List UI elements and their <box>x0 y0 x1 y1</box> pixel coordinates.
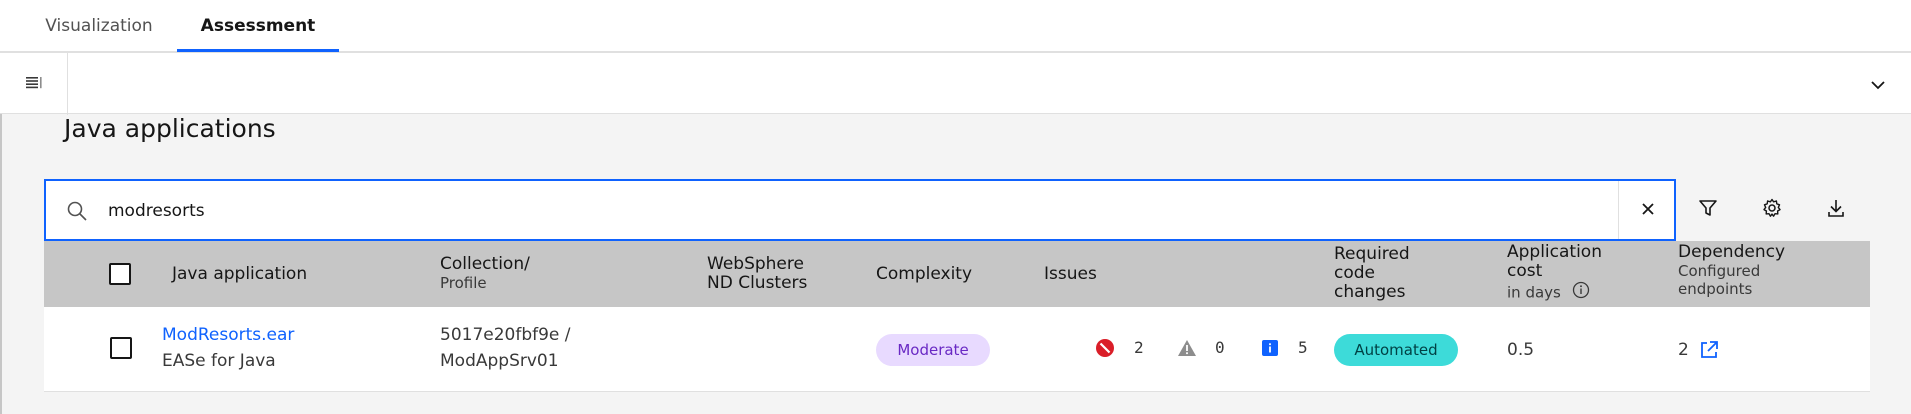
col-application-cost[interactable]: Application cost in days <box>1507 243 1602 304</box>
expand-button[interactable] <box>1865 71 1891 97</box>
application-cost: 0.5 <box>1507 340 1535 360</box>
collection-id: 5017e20fbf9e / <box>440 325 571 345</box>
critical-issue-icon <box>1095 338 1115 358</box>
col-complexity[interactable]: Complexity <box>876 265 972 284</box>
list-toggle-button[interactable] <box>0 53 68 115</box>
clear-search-button[interactable] <box>1618 181 1676 239</box>
required-code-changes-tag: Automated <box>1334 334 1458 366</box>
col-cost-sub: in days <box>1507 283 1561 302</box>
tab-assessment[interactable]: Assessment <box>177 0 339 52</box>
col-cost-line1: Application <box>1507 242 1602 262</box>
settings-button[interactable] <box>1740 179 1804 241</box>
page-title: Java applications <box>64 114 276 143</box>
col-collection-label: Collection/ <box>440 254 530 274</box>
table-header: Java application Collection/ Profile Web… <box>44 241 1870 307</box>
table-row: ModResorts.ear EASe for Java 5017e20fbf9… <box>44 307 1870 392</box>
java-applications-table: Java application Collection/ Profile Web… <box>44 241 1870 392</box>
info-issue-count: 5 <box>1298 338 1308 357</box>
col-cost-line2: cost <box>1507 261 1543 281</box>
search-icon <box>66 200 88 222</box>
filter-icon <box>1698 198 1718 222</box>
info-issue-icon <box>1260 338 1280 358</box>
download-icon <box>1826 198 1846 222</box>
close-icon <box>1641 201 1655 220</box>
tabs-bar: Visualization Assessment <box>0 0 1911 52</box>
col-dependency-label: Dependency <box>1678 242 1786 262</box>
profile-name: ModAppSrv01 <box>440 351 559 371</box>
col-required-line2: code <box>1334 263 1375 283</box>
row-checkbox[interactable] <box>110 337 132 359</box>
chevron-down-icon <box>1870 75 1886 94</box>
app-subtitle: EASe for Java <box>162 351 276 371</box>
col-collection-sub: Profile <box>440 274 487 292</box>
col-java-application[interactable]: Java application <box>172 265 307 284</box>
col-websphere-nd-clusters[interactable]: WebSphere ND Clusters <box>707 255 807 293</box>
col-required-line1: Required <box>1334 244 1410 264</box>
search-box <box>44 179 1676 241</box>
gear-icon <box>1762 198 1782 222</box>
tab-visualization[interactable]: Visualization <box>28 0 170 52</box>
col-websphere-line2: ND Clusters <box>707 273 808 293</box>
external-link-icon[interactable] <box>1698 339 1720 361</box>
view-toolbar <box>0 52 1911 115</box>
warning-issue-icon <box>1177 338 1197 358</box>
col-dependency-sub1: Configured <box>1678 262 1761 280</box>
col-collection[interactable]: Collection/ Profile <box>440 254 530 293</box>
dependency-count: 2 <box>1678 340 1689 360</box>
col-websphere-line1: WebSphere <box>707 254 804 274</box>
col-issues[interactable]: Issues <box>1044 265 1097 284</box>
list-icon <box>25 75 43 94</box>
search-input[interactable] <box>108 193 1608 229</box>
info-icon[interactable] <box>1572 281 1590 304</box>
app-name-link[interactable]: ModResorts.ear <box>162 325 294 345</box>
warning-issue-count: 0 <box>1215 338 1225 357</box>
panel-border <box>0 114 2 414</box>
col-dependency[interactable]: Dependency Configured endpoints <box>1678 242 1786 299</box>
col-required-code-changes[interactable]: Required code changes <box>1334 245 1410 302</box>
critical-issue-count: 2 <box>1134 338 1144 357</box>
complexity-tag: Moderate <box>876 334 990 366</box>
col-dependency-sub2: endpoints <box>1678 280 1753 298</box>
table-toolbar <box>44 179 1870 241</box>
filter-button[interactable] <box>1676 179 1740 241</box>
col-required-line3: changes <box>1334 282 1406 302</box>
download-button[interactable] <box>1804 179 1868 241</box>
select-all-checkbox[interactable] <box>109 263 131 285</box>
